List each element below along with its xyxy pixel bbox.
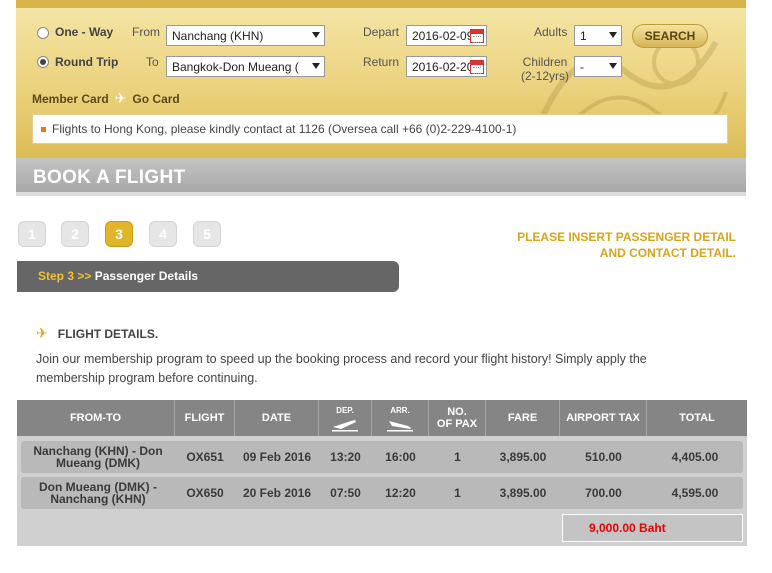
children-value: - [580, 60, 584, 74]
airplane-icon: ✈ [36, 325, 48, 341]
page-title: BOOK A FLIGHT [33, 167, 186, 188]
step-3[interactable]: 3 [105, 221, 133, 247]
calendar-icon[interactable] [470, 29, 484, 43]
children-select[interactable]: - [574, 56, 622, 77]
from-value: Nanchang (KHN) [172, 29, 264, 43]
go-card-link[interactable]: Go Card [132, 92, 179, 106]
children-label: Children (2-12yrs) [521, 55, 569, 83]
to-label: To [146, 55, 159, 69]
from-label: From [132, 25, 160, 39]
cell-from-to: Nanchang (KHN) - Don Mueang (DMK) [21, 441, 175, 473]
to-select[interactable]: Bangkok-Don Mueang ( [166, 56, 325, 77]
step-2[interactable]: 2 [61, 221, 89, 247]
return-date-input[interactable]: 2016-02-20 [406, 56, 487, 77]
membership-description: Join our membership program to speed up … [36, 352, 647, 385]
chevron-down-icon [312, 32, 320, 38]
children-age-text: (2-12yrs) [521, 69, 570, 83]
from-to-line-2: Nanchang (KHN) [50, 492, 146, 506]
col-date: DATE [235, 400, 319, 436]
chevron-down-icon [609, 63, 617, 69]
col-pax: NO. OF PAX [429, 400, 486, 436]
cell-tax: 510.00 [585, 450, 622, 464]
notice-box: Flights to Hong Kong, please kindly cont… [32, 114, 728, 144]
cell-arr: 16:00 [385, 450, 416, 464]
chevron-down-icon [312, 63, 320, 69]
member-card-label: Member Card [32, 91, 109, 106]
col-total: TOTAL [679, 412, 715, 424]
depart-date-value: 2016-02-09 [412, 29, 474, 43]
adults-select[interactable]: 1 [574, 25, 622, 46]
return-label: Return [363, 55, 400, 69]
flight-details-title: FLIGHT DETAILS. [57, 326, 159, 341]
step-indicator-bar: Step 3 >> Passenger Details [17, 261, 399, 292]
pax-line-1: NO. [447, 406, 467, 418]
cell-from-to: Don Mueang (DMK) - Nanchang (KHN) [21, 477, 175, 509]
col-dep: DEP. [319, 400, 372, 436]
from-to-line-2: Mueang (DMK) [56, 456, 140, 470]
step-number: Step 3 >> [38, 269, 92, 283]
adults-value: 1 [580, 29, 587, 43]
pax-line-2: OF PAX [436, 418, 478, 430]
dep-label: DEP. [336, 405, 354, 415]
instruction-line-1: PLEASE INSERT PASSENGER DETAIL [517, 230, 736, 244]
departure-icon [332, 419, 358, 431]
cell-date: 20 Feb 2016 [242, 486, 312, 500]
return-date-value: 2016-02-20 [412, 60, 474, 74]
cell-fare: 3,895.00 [499, 486, 547, 500]
flight-details-heading: ✈ FLIGHT DETAILS. [36, 325, 158, 342]
depart-date-input[interactable]: 2016-02-09 [406, 25, 487, 46]
table-row: Don Mueang (DMK) - Nanchang (KHN) OX650 … [21, 477, 743, 509]
cell-dep: 13:20 [330, 450, 361, 464]
from-select[interactable]: Nanchang (KHN) [166, 25, 325, 46]
cell-flight: OX651 [186, 450, 224, 464]
table-header: FROM-TO FLIGHT DATE DEP. ARR. NO. OF PAX [17, 400, 747, 436]
airplane-icon: ✈ [114, 90, 127, 106]
col-fare: FARE [486, 400, 560, 436]
flight-search-panel: One - Way Round Trip From To Nanchang (K… [16, 0, 746, 158]
cell-pax: 1 [454, 486, 461, 500]
grand-total: 9,000.00 Baht [562, 514, 743, 542]
children-label-text: Children [522, 55, 568, 69]
cell-tax: 700.00 [585, 486, 622, 500]
cell-total: 4,405.00 [671, 450, 719, 464]
adults-label: Adults [534, 25, 568, 39]
cell-fare: 3,895.00 [499, 450, 547, 464]
cell-flight: OX650 [186, 486, 224, 500]
step-label: Passenger Details [94, 269, 199, 283]
flight-table: FROM-TO FLIGHT DATE DEP. ARR. NO. OF PAX [17, 400, 747, 546]
one-way-radio[interactable] [37, 27, 49, 39]
one-way-label: One - Way [55, 25, 114, 39]
col-airport-tax: AIRPORT TAX [560, 400, 647, 436]
arr-label: ARR. [390, 405, 410, 415]
search-button[interactable]: SEARCH [632, 24, 708, 48]
table-row: Nanchang (KHN) - Don Mueang (DMK) OX651 … [21, 441, 743, 473]
round-trip-label: Round Trip [55, 55, 119, 69]
step-instruction: PLEASE INSERT PASSENGER DETAIL AND CONTA… [517, 229, 736, 261]
col-from-to: FROM-TO [17, 400, 175, 436]
col-arr: ARR. [372, 400, 429, 436]
arrival-icon [387, 420, 413, 431]
notice-text: Flights to Hong Kong, please kindly cont… [52, 122, 517, 136]
cell-date: 09 Feb 2016 [242, 450, 312, 464]
book-flight-banner: BOOK A FLIGHT [16, 158, 746, 196]
round-trip-radio[interactable] [37, 56, 49, 68]
member-card-row: Member Card ✈ Go Card [32, 90, 180, 107]
booking-page: One - Way Round Trip From To Nanchang (K… [0, 0, 772, 573]
step-5[interactable]: 5 [193, 221, 221, 247]
instruction-line-2: AND CONTACT DETAIL. [599, 246, 736, 260]
to-value: Bangkok-Don Mueang ( [172, 60, 299, 74]
bullet-icon [41, 127, 46, 133]
calendar-icon[interactable] [470, 60, 484, 74]
cell-arr: 12:20 [385, 486, 416, 500]
depart-label: Depart [363, 25, 400, 39]
step-4[interactable]: 4 [149, 221, 177, 247]
step-1[interactable]: 1 [18, 221, 46, 247]
cell-dep: 07:50 [330, 486, 361, 500]
chevron-down-icon [609, 32, 617, 38]
cell-total: 4,595.00 [671, 486, 719, 500]
col-flight: FLIGHT [175, 400, 235, 436]
cell-pax: 1 [454, 450, 461, 464]
